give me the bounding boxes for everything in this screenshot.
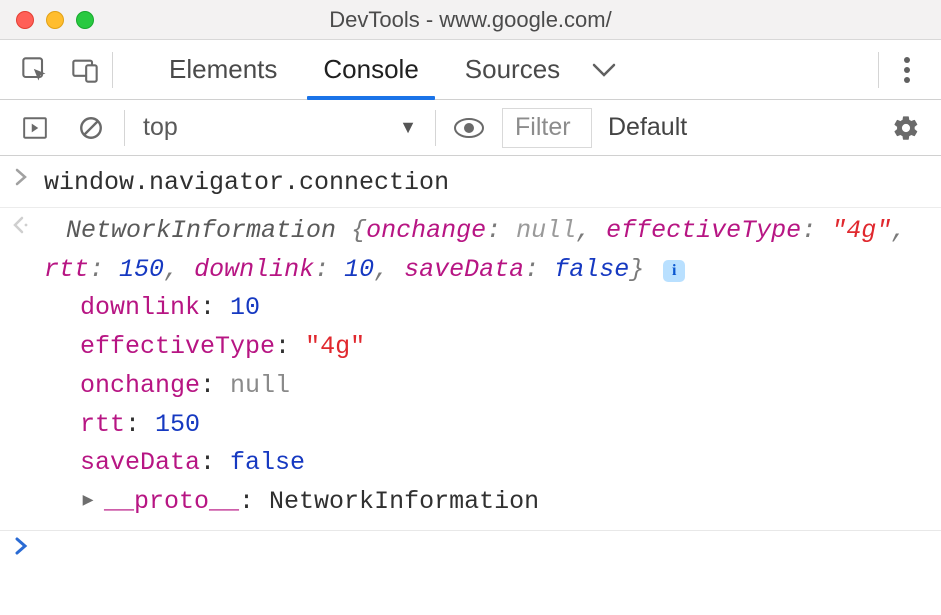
separator: [878, 52, 879, 88]
output-marker-icon: [8, 212, 34, 234]
console-body: window.navigator.connection ▼ NetworkInf…: [0, 156, 941, 574]
console-output[interactable]: ▼ NetworkInformation {onchange: null, ef…: [44, 212, 929, 522]
object-summary[interactable]: ▼ NetworkInformation {onchange: null, ef…: [44, 212, 929, 290]
tab-elements[interactable]: Elements: [153, 40, 293, 99]
tab-sources[interactable]: Sources: [449, 40, 576, 99]
object-proto[interactable]: ▶__proto__: NetworkInformation: [80, 483, 929, 522]
devtools-tabstrip: Elements Console Sources: [0, 40, 941, 100]
chevron-down-icon: ▼: [399, 117, 417, 138]
context-label: top: [143, 113, 178, 142]
levels-label: Default: [608, 113, 687, 141]
console-prompt-row[interactable]: [0, 530, 941, 574]
object-property[interactable]: saveData: false: [80, 444, 929, 483]
separator: [112, 52, 113, 88]
window-titlebar: DevTools - www.google.com/: [0, 0, 941, 40]
tab-label: Sources: [465, 54, 560, 85]
panel-tabs: Elements Console Sources: [153, 40, 576, 99]
console-toolbar: top ▼ Filter Default: [0, 100, 941, 156]
tab-label: Console: [323, 54, 418, 85]
prompt-marker-icon: [8, 533, 34, 555]
object-property[interactable]: rtt: 150: [80, 406, 929, 445]
console-input-row: window.navigator.connection: [0, 162, 941, 205]
devtools-menu-icon[interactable]: [883, 46, 931, 94]
tab-console[interactable]: Console: [307, 40, 434, 99]
object-property[interactable]: downlink: 10: [80, 289, 929, 328]
object-properties: downlink: 10effectiveType: "4g"onchange:…: [80, 289, 929, 522]
separator: [124, 110, 125, 146]
inspect-element-icon[interactable]: [12, 47, 58, 93]
info-badge-icon[interactable]: i: [663, 260, 685, 282]
console-input-text[interactable]: window.navigator.connection: [44, 164, 929, 203]
separator: [435, 110, 436, 146]
window-title: DevTools - www.google.com/: [0, 7, 941, 33]
console-prompt-input[interactable]: [44, 533, 929, 572]
tab-label: Elements: [169, 54, 277, 85]
device-toolbar-icon[interactable]: [62, 47, 108, 93]
filter-input[interactable]: Filter: [502, 108, 592, 148]
window-controls: [16, 11, 94, 29]
console-settings-icon[interactable]: [883, 105, 929, 151]
close-window-button[interactable]: [16, 11, 34, 29]
clear-console-icon[interactable]: [68, 105, 114, 151]
object-property[interactable]: effectiveType: "4g": [80, 328, 929, 367]
console-output-row: ▼ NetworkInformation {onchange: null, ef…: [0, 210, 941, 524]
filter-placeholder: Filter: [515, 113, 571, 142]
more-tabs-icon[interactable]: [580, 46, 628, 94]
disclosure-triangle-closed-icon[interactable]: ▶: [80, 488, 96, 516]
input-marker-icon: [8, 164, 34, 186]
object-property[interactable]: onchange: null: [80, 367, 929, 406]
log-levels-selector[interactable]: Default: [602, 113, 693, 142]
zoom-window-button[interactable]: [76, 11, 94, 29]
live-expression-icon[interactable]: [446, 105, 492, 151]
minimize-window-button[interactable]: [46, 11, 64, 29]
execution-context-selector[interactable]: top ▼: [135, 108, 425, 148]
toggle-sidebar-icon[interactable]: [12, 105, 58, 151]
